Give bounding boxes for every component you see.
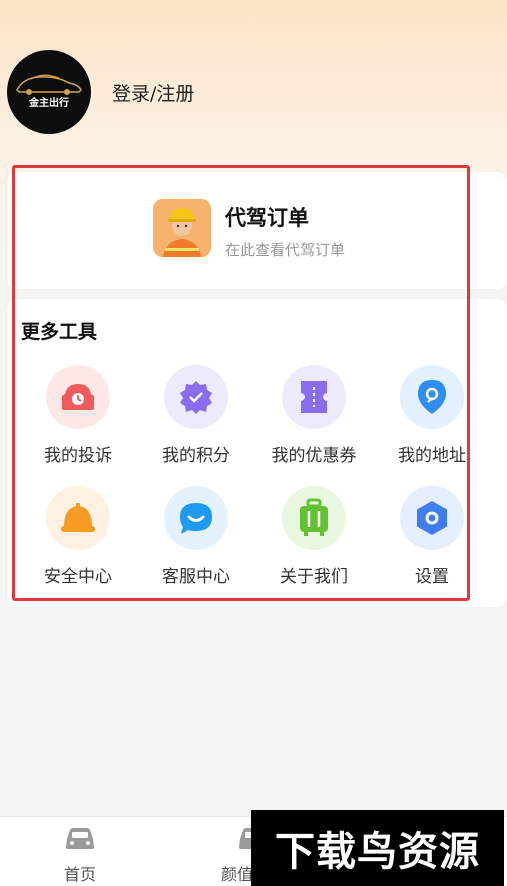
tool-label: 我的积分	[162, 446, 230, 466]
customer-service-icon	[164, 486, 228, 550]
login-register-link[interactable]: 登录/注册	[112, 79, 194, 106]
tool-safety-center[interactable]: 安全中心	[19, 486, 137, 587]
tool-label: 设置	[415, 567, 449, 587]
points-badge-icon	[164, 365, 228, 429]
location-pin-icon	[400, 365, 464, 429]
tool-my-address[interactable]: 我的地址	[373, 365, 491, 466]
tool-label: 关于我们	[280, 567, 348, 587]
car-icon	[66, 828, 94, 849]
tool-customer-service[interactable]: 客服中心	[137, 486, 255, 587]
tool-label: 我的地址	[398, 446, 466, 466]
driver-avatar-icon	[153, 199, 211, 257]
tool-my-complaints[interactable]: 我的投诉	[19, 365, 137, 466]
profile-header: 金主出行 登录/注册	[7, 50, 194, 134]
tool-my-coupons[interactable]: 我的优惠券	[255, 365, 373, 466]
tool-label: 我的投诉	[44, 446, 112, 466]
tool-my-points[interactable]: 我的积分	[137, 365, 255, 466]
watermark: 下载鸟资源	[251, 810, 504, 886]
tab-label: 首页	[63, 865, 96, 884]
settings-hexagon-icon	[400, 486, 464, 550]
tool-settings[interactable]: 设置	[373, 486, 491, 587]
order-title: 代驾订单	[225, 206, 309, 230]
tab-home[interactable]: 首页	[30, 825, 130, 885]
luggage-icon	[282, 486, 346, 550]
more-tools-card: 更多工具 我的投诉 我的积分 我的优惠券 我的地址 安全中心 客服中心 关于我们…	[7, 299, 507, 607]
avatar-logo-text: 金主出行	[29, 97, 69, 109]
driving-order-card[interactable]: 代驾订单 在此查看代驾订单	[7, 172, 507, 289]
tool-label: 安全中心	[44, 567, 112, 587]
coupon-icon	[282, 365, 346, 429]
tool-label: 客服中心	[162, 567, 230, 587]
tool-about-us[interactable]: 关于我们	[255, 486, 373, 587]
tools-title: 更多工具	[21, 321, 98, 343]
avatar[interactable]: 金主出行	[7, 50, 91, 134]
tool-label: 我的优惠券	[271, 446, 357, 466]
safety-helmet-icon	[46, 486, 110, 550]
order-subtitle: 在此查看代驾订单	[225, 241, 346, 259]
complaint-icon	[46, 365, 110, 429]
